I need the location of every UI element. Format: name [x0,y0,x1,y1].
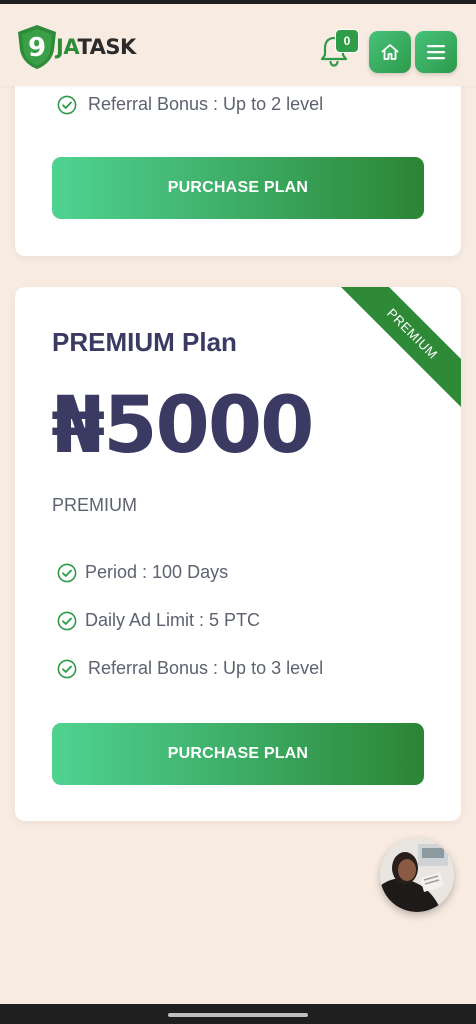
ribbon-label: PREMIUM [332,287,461,414]
home-gesture-handle[interactable] [168,1013,308,1017]
check-circle-icon [57,563,77,582]
check-circle-icon [57,611,77,630]
plan-title: PREMIUM Plan [52,327,237,357]
menu-icon [427,45,445,60]
feature-row: Referral Bonus : Up to 2 level [57,94,323,115]
plan-subtitle: PREMIUM [52,495,137,515]
notification-badge: 0 [335,29,359,53]
app-header: 9 JATASK 0 [0,4,476,86]
feature-label: Period : 100 Days [85,562,229,582]
system-navigation-bar [0,1004,476,1024]
logo-wordmark: JATASK [56,35,136,59]
purchase-plan-button[interactable]: PURCHASE PLAN [52,157,424,219]
plan-price: ₦5000 [51,381,314,471]
feature-row: Daily Ad Limit : 5 PTC [57,610,260,631]
home-icon [381,44,399,60]
logo-task: TASK [77,35,136,59]
logo-ja: JA [56,35,78,59]
logo-digit: 9 [28,33,46,63]
plan-card-previous: Referral Bonus : Up to 2 level PURCHASE … [15,60,461,256]
support-agent-avatar-icon [380,838,454,912]
feature-row: Period : 100 Days [57,562,228,583]
check-circle-icon [57,95,77,114]
feature-row: Referral Bonus : Up to 3 level [57,658,323,679]
premium-ribbon: PREMIUM [331,287,461,417]
feature-label: Daily Ad Limit : 5 PTC [85,610,261,630]
feature-label: Referral Bonus : Up to 3 level [88,658,324,678]
home-button[interactable] [369,31,411,73]
check-circle-icon [57,659,77,678]
logo-shield-icon: 9 [18,25,56,69]
menu-button[interactable] [415,31,457,73]
feature-label: Referral Bonus : Up to 2 level [88,94,324,114]
plan-card-premium: PREMIUM PREMIUM Plan ₦5000 PREMIUM Perio… [15,287,461,821]
support-chat-avatar[interactable] [380,838,454,912]
purchase-plan-button[interactable]: PURCHASE PLAN [52,723,424,785]
logo[interactable]: 9 JATASK [16,24,146,70]
